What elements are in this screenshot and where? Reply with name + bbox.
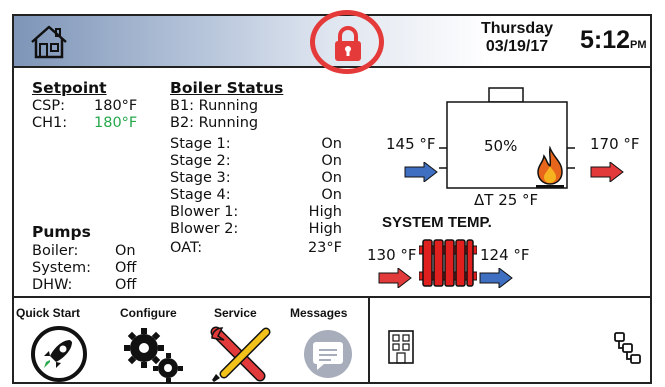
pump-boiler-value: On [115,243,136,259]
configure-button[interactable] [120,322,186,386]
stage4-label: Stage 4: [170,187,231,203]
tools-icon [210,326,271,382]
outlet-temp: 170 °F [590,135,640,153]
configure-label: Configure [120,306,177,320]
oat-label: OAT: [170,240,203,256]
nav-divider [14,296,650,298]
outlet-arrow-icon [590,162,624,182]
date-label: 03/19/17 [485,38,549,55]
flame-icon [532,146,568,188]
pump-dhw-value: Off [115,277,137,293]
csp-value[interactable]: 180°F [94,98,137,115]
messages-button[interactable] [300,328,356,380]
ch1-label: CH1: [32,115,68,131]
delta-t: ΔT 25 °F [474,191,539,209]
pump-boiler-label: Boiler: [32,243,79,259]
pump-system-label: System: [32,260,91,276]
service-label: Service [214,306,257,320]
network-icon[interactable] [614,332,642,364]
supply-arrow-icon [378,268,412,288]
radiator-icon[interactable] [419,238,477,288]
firing-rate: 50% [484,137,518,155]
blower2-label: Blower 2: [170,221,239,237]
day-label: Thursday [480,20,553,37]
stage3-label: Stage 3: [170,170,231,186]
header-bar: Thursday 03/19/17 5:12PM [14,10,650,74]
inlet-arrow-icon [404,162,438,182]
setpoint-title: Setpoint [32,79,107,97]
oat-value: 23°F [307,240,342,256]
stage1-value: On [321,136,342,152]
nav-vertical-divider [368,296,370,384]
quick-start-label: Quick Start [16,306,81,320]
clock[interactable]: 5:12PM [580,26,647,55]
csp-label: CSP: [32,98,65,114]
control-screen: Thursday 03/19/17 5:12PM Setpoint CSP: 1… [12,10,652,386]
ampm-label: PM [630,39,647,51]
boiler-status-title: Boiler Status [170,79,284,97]
home-icon[interactable] [28,24,70,60]
service-button[interactable] [208,324,274,384]
stage2-label: Stage 2: [170,153,231,169]
pump-system-value: Off [115,260,137,276]
pumps-title: Pumps [32,223,91,241]
gears-icon [124,328,183,383]
building-icon[interactable] [388,330,414,364]
stage3-value: On [321,170,342,186]
b2-status: B2: Running [170,115,259,131]
return-temp: 124 °F [480,246,530,264]
system-temp-title: SYSTEM TEMP. [382,214,492,231]
blower1-label: Blower 1: [170,204,239,220]
return-arrow-icon [479,268,513,288]
quick-start-button[interactable] [30,326,88,382]
inlet-temp: 145 °F [386,135,436,153]
stage2-value: On [321,153,342,169]
supply-temp: 130 °F [367,246,417,264]
lock-icon[interactable] [332,26,364,62]
blower2-value: High [308,221,342,237]
stage1-label: Stage 1: [170,136,231,152]
messages-label: Messages [290,306,348,320]
stage4-value: On [321,187,342,203]
ch1-value[interactable]: 180°F [94,115,137,132]
b1-status: B1: Running [170,98,259,114]
pump-dhw-label: DHW: [32,277,73,293]
blower1-value: High [308,204,342,220]
time-value: 5:12 [580,26,631,54]
